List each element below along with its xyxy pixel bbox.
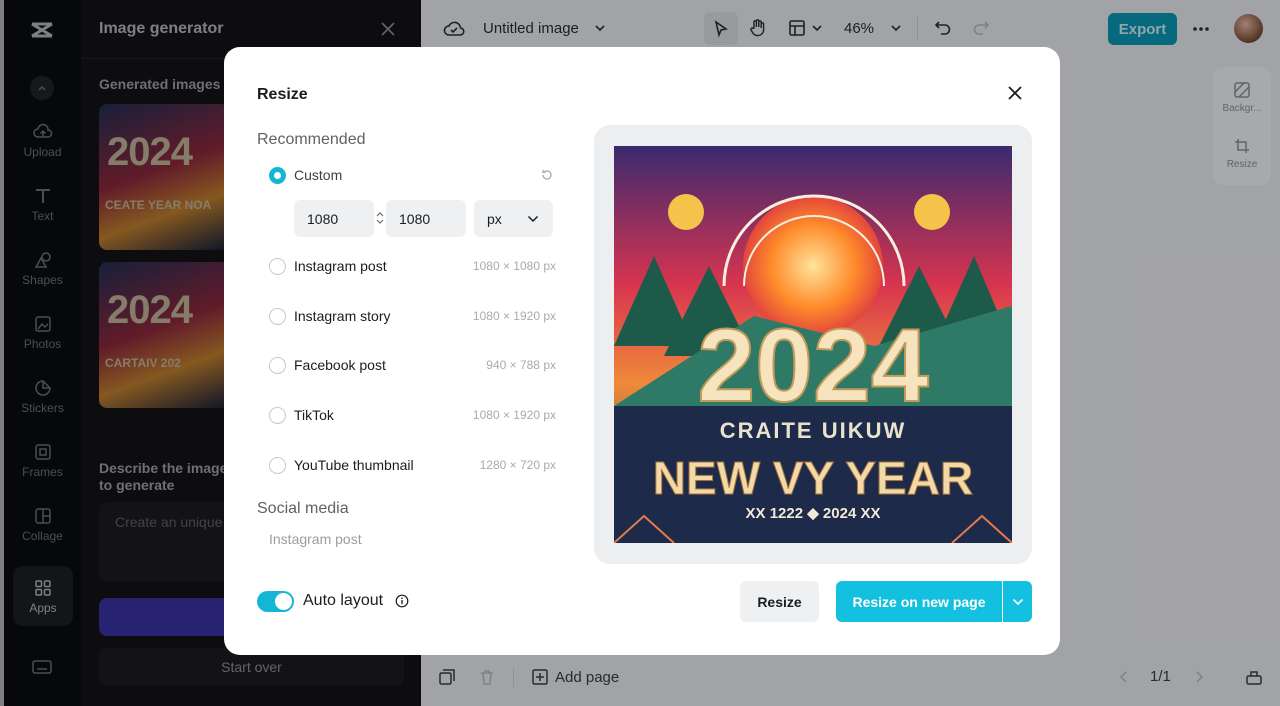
resize-button[interactable]: Resize (740, 581, 819, 622)
reset-icon[interactable] (540, 168, 554, 182)
width-input[interactable]: 1080 (294, 200, 374, 237)
radio[interactable] (269, 257, 286, 275)
info-icon[interactable] (395, 594, 409, 608)
dialog-title: Resize (257, 86, 308, 103)
option-youtube-thumbnail[interactable]: YouTube thumbnail 1280 × 720 px (269, 454, 556, 476)
lock-ratio-icon[interactable] (375, 211, 385, 225)
preview-line3: XX 1222 ◆ 2024 XX (746, 505, 881, 522)
radio[interactable] (269, 307, 286, 325)
option-label: TikTok (294, 407, 334, 423)
auto-layout-label: Auto layout (303, 592, 384, 609)
option-label: Instagram post (294, 258, 387, 274)
chevron-down-icon (1012, 598, 1023, 605)
resize-dialog: Resize Recommended Custom 1080 1080 px I… (224, 47, 1060, 655)
option-dims: 940 × 788 px (486, 358, 556, 372)
resize-on-new-page-button[interactable]: Resize on new page (836, 581, 1002, 622)
option-dims: 1280 × 720 px (479, 458, 556, 472)
option-label: Instagram story (294, 308, 391, 324)
resize-options-dropdown[interactable] (1003, 581, 1032, 622)
option-dims: 1080 × 1080 px (472, 259, 556, 273)
unit-value: px (487, 210, 502, 227)
radio-selected[interactable] (269, 166, 286, 184)
option-dims: 1080 × 1920 px (472, 408, 556, 422)
option-tiktok[interactable]: TikTok 1080 × 1920 px (269, 404, 556, 426)
social-option-instagram-post[interactable]: Instagram post (269, 531, 362, 547)
option-facebook-post[interactable]: Facebook post 940 × 788 px (269, 354, 556, 376)
height-value: 1080 (399, 210, 431, 227)
option-instagram-story[interactable]: Instagram story 1080 × 1920 px (269, 305, 556, 327)
option-custom-label: Custom (294, 167, 343, 183)
recommended-heading: Recommended (257, 131, 366, 148)
preview-line2: NEW VY YEAR (653, 452, 973, 504)
preview-image: 2024 CRAITE UIKUW NEW VY YEAR XX 1222 ◆ … (614, 146, 1012, 543)
preview-year: 2024 (697, 308, 929, 424)
unit-select[interactable]: px (474, 200, 553, 237)
option-instagram-post[interactable]: Instagram post 1080 × 1080 px (269, 255, 556, 277)
radio[interactable] (269, 406, 286, 424)
option-label: YouTube thumbnail (294, 457, 414, 473)
social-media-heading: Social media (257, 500, 349, 517)
option-label: Facebook post (294, 357, 386, 373)
option-custom[interactable]: Custom (269, 164, 556, 186)
height-input[interactable]: 1080 (386, 200, 466, 237)
auto-layout-toggle[interactable] (257, 591, 294, 612)
chevron-down-icon (527, 215, 539, 222)
radio[interactable] (269, 456, 286, 474)
width-value: 1080 (307, 210, 339, 227)
preview-container: 2024 CRAITE UIKUW NEW VY YEAR XX 1222 ◆ … (594, 125, 1032, 564)
app-window: Upload Text Shapes Photos Stickers Frame… (0, 0, 1280, 706)
radio[interactable] (269, 356, 286, 374)
option-dims: 1080 × 1920 px (472, 309, 556, 323)
close-icon[interactable] (1005, 83, 1025, 103)
preview-line1: CRAITE UIKUW (720, 418, 907, 443)
